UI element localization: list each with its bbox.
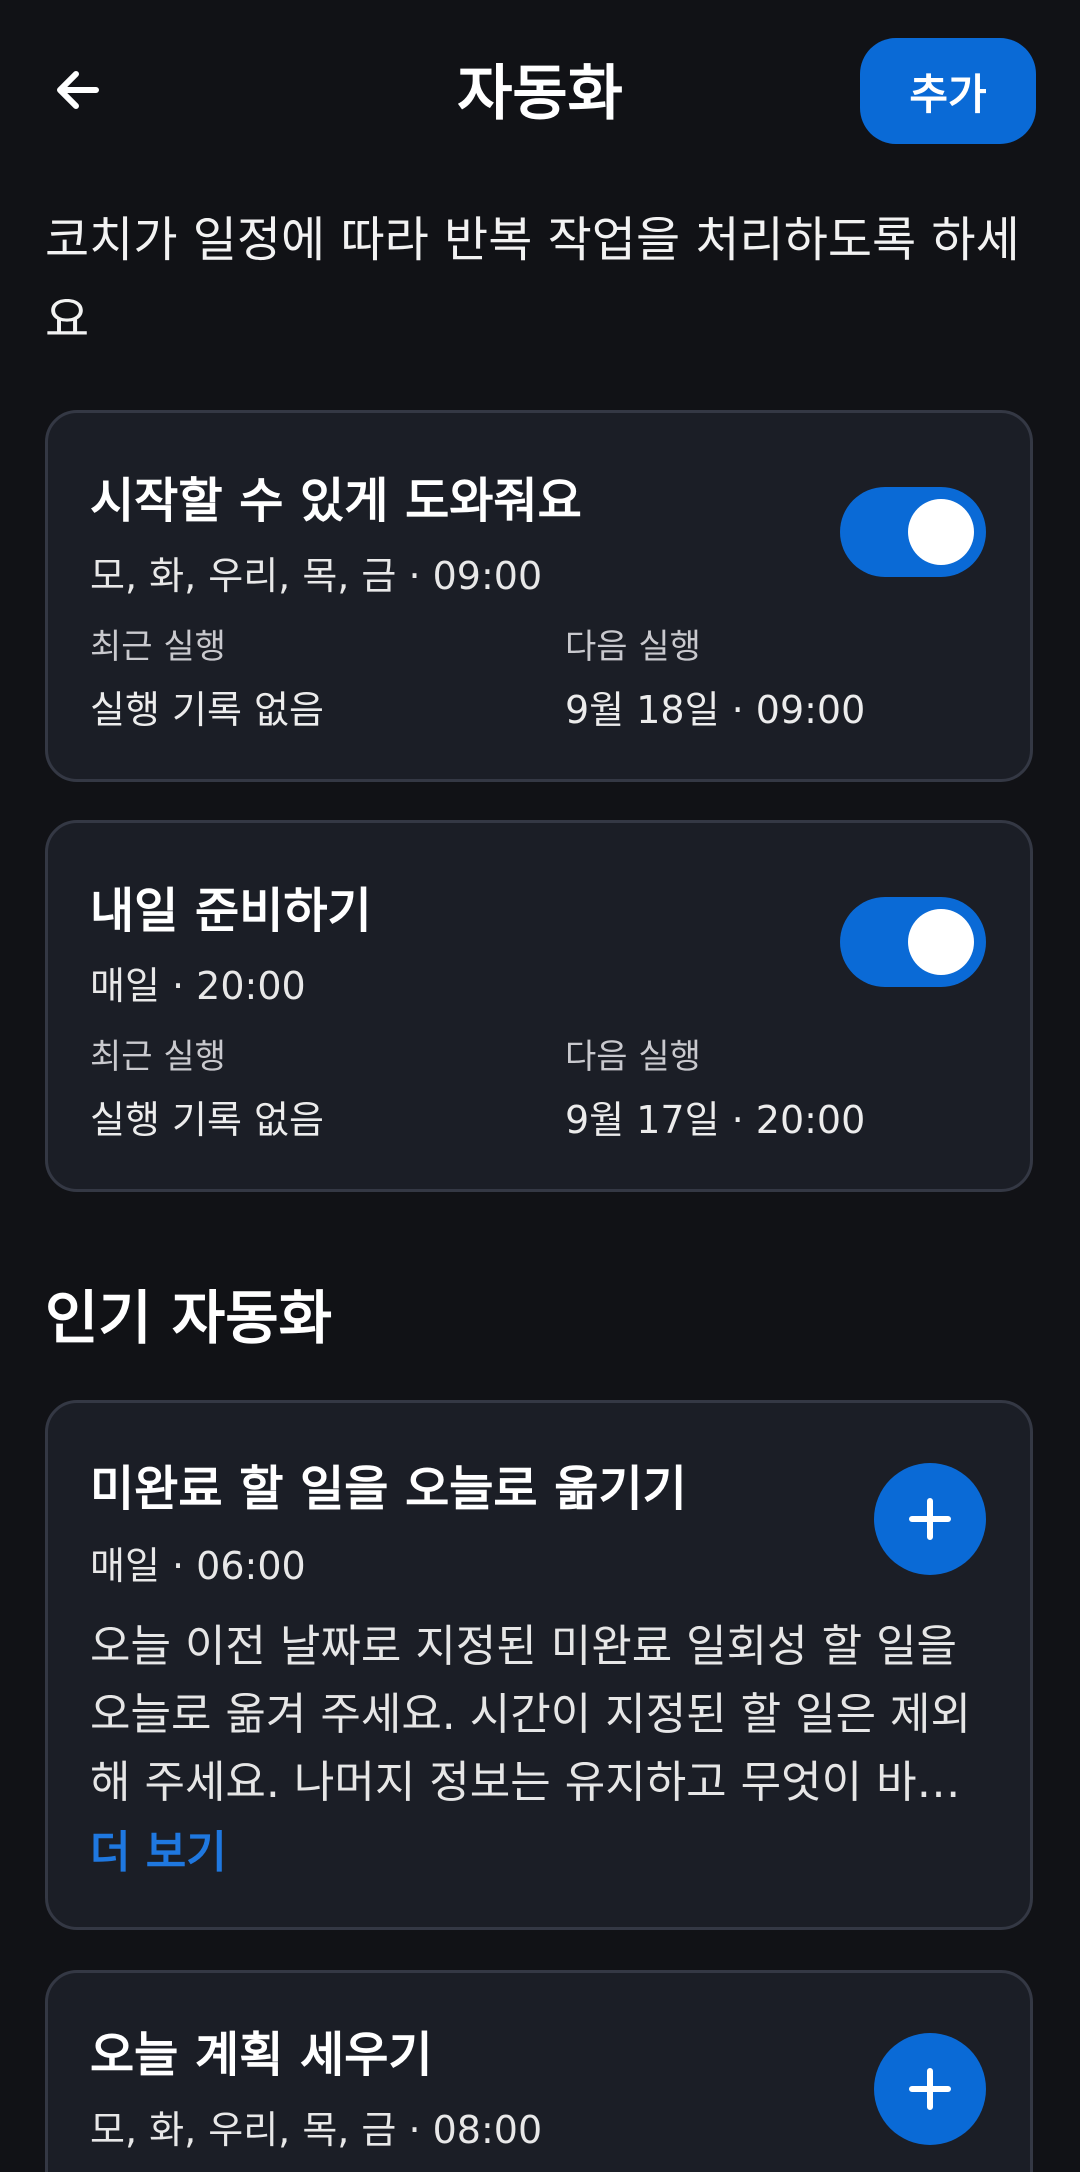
popular-automation-title: 미완료 할 일을 오늘로 옮기기 (90, 1461, 687, 1517)
show-more-link[interactable]: 더 보기 (90, 1823, 227, 1883)
last-run-value: 실행 기록 없음 (90, 1098, 324, 1142)
top-bar: 자동화 추가 (0, 0, 1080, 186)
add-popular-automation-button[interactable] (874, 1463, 986, 1575)
toggle-knob (908, 499, 974, 565)
page-subtitle: 코치가 일정에 따라 반복 작업을 처리하도록 하세요 (45, 212, 1020, 348)
automations-screen: 자동화 추가 코치가 일정에 따라 반복 작업을 처리하도록 하세요 시작할 수… (0, 0, 1080, 2172)
automation-toggle[interactable] (840, 897, 986, 987)
popular-automation-schedule: 매일 · 06:00 (90, 1544, 306, 1588)
automation-title: 내일 준비하기 (90, 883, 372, 939)
next-run-value: 9월 17일 · 20:00 (565, 1098, 866, 1142)
popular-automation-schedule: 모, 화, 우리, 목, 금 · 08:00 (90, 2108, 543, 2152)
automation-toggle[interactable] (840, 487, 986, 577)
popular-automation-card[interactable]: 오늘 계획 세우기 모, 화, 우리, 목, 금 · 08:00 (45, 1970, 1033, 2172)
next-run-label: 다음 실행 (565, 627, 701, 667)
popular-automation-title: 오늘 계획 세우기 (90, 2027, 433, 2083)
automation-card[interactable]: 시작할 수 있게 도와줘요 모, 화, 우리, 목, 금 · 09:00 최근 … (45, 410, 1033, 782)
plus-icon (909, 1498, 951, 1540)
popular-section-title: 인기 자동화 (45, 1284, 332, 1352)
add-automation-button[interactable]: 추가 (860, 38, 1036, 144)
last-run-label: 최근 실행 (90, 1037, 226, 1077)
plus-icon (909, 2068, 951, 2110)
next-run-label: 다음 실행 (565, 1037, 701, 1077)
last-run-value: 실행 기록 없음 (90, 688, 324, 732)
toggle-knob (908, 909, 974, 975)
next-run-value: 9월 18일 · 09:00 (565, 688, 866, 732)
automation-title: 시작할 수 있게 도와줘요 (90, 473, 582, 529)
automation-schedule: 모, 화, 우리, 목, 금 · 09:00 (90, 554, 543, 598)
automation-schedule: 매일 · 20:00 (90, 964, 306, 1008)
popular-automation-card[interactable]: 미완료 할 일을 오늘로 옮기기 매일 · 06:00 오늘 이전 날짜로 지정… (45, 1400, 1033, 1930)
last-run-label: 최근 실행 (90, 627, 226, 667)
popular-automation-description: 오늘 이전 날짜로 지정된 미완료 일회성 할 일을 오늘로 옮겨 주세요. 시… (90, 1621, 972, 1808)
add-popular-automation-button[interactable] (874, 2033, 986, 2145)
automation-card[interactable]: 내일 준비하기 매일 · 20:00 최근 실행 다음 실행 실행 기록 없음 … (45, 820, 1033, 1192)
